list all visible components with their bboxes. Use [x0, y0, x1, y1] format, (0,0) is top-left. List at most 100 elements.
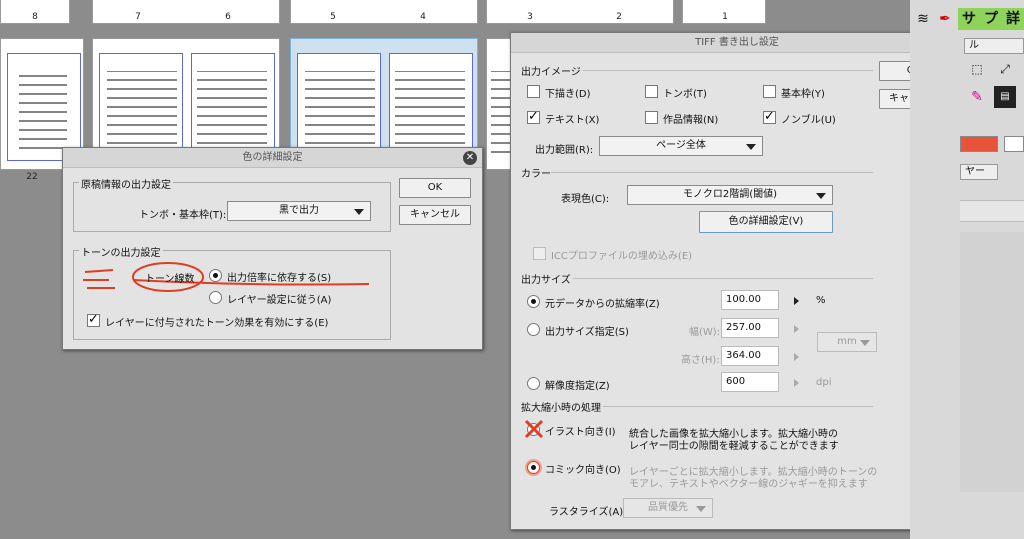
sa-tool-icon[interactable]: サ — [958, 8, 980, 30]
dialog-title: 色の詳細設定 — [63, 148, 482, 168]
triangle-right-icon[interactable] — [794, 379, 799, 387]
trim-label: トンボ・基本枠(T): — [139, 210, 227, 221]
trim-value: 黒で出力 — [279, 205, 319, 216]
layer-tone-label[interactable]: レイヤーに付与されたトーン効果を有効にする(E) — [105, 314, 328, 329]
range-dropdown[interactable]: ページ全体 — [599, 136, 763, 156]
scale-input[interactable]: 100.00 — [721, 290, 779, 310]
unit-value: mm — [837, 336, 857, 347]
text-checkbox[interactable] — [527, 109, 540, 124]
detail-tool-icon[interactable]: 詳 — [1002, 8, 1024, 30]
wave-icon[interactable]: ≋ — [912, 8, 934, 30]
page-number: 4 — [420, 12, 426, 22]
selection-icon[interactable]: ⬚ — [966, 58, 988, 80]
follow-layer-label[interactable]: レイヤー設定に従う(A) — [227, 291, 331, 306]
tiff-export-dialog: TIFF 書き出し設定 ✕ 出力イメージ 下描き(D) トンボ(T) 基本枠(Y… — [510, 32, 964, 530]
work-info-label[interactable]: 作品情報(N) — [663, 111, 718, 126]
expr-color-label: 表現色(C): — [561, 194, 610, 205]
chevron-down-icon — [860, 340, 870, 346]
triangle-right-icon[interactable] — [794, 297, 799, 305]
layer-panel-tab[interactable]: ヤー — [960, 164, 998, 180]
page-number: 2 — [616, 12, 622, 22]
close-icon[interactable]: ✕ — [463, 151, 477, 165]
pu-tool-icon[interactable]: プ — [980, 8, 1002, 30]
color-detail-dialog: 色の詳細設定 ✕ 原稿情報の出力設定 トンボ・基本枠(T): 黒で出力 トーンの… — [62, 147, 483, 350]
layer-row[interactable] — [960, 200, 1024, 222]
section-title: 原稿情報の出力設定 — [79, 176, 173, 191]
frame-label[interactable]: 基本枠(Y) — [781, 85, 825, 100]
width-label: 幅(W): — [689, 327, 721, 338]
illust-label[interactable]: イラスト向き(I) — [545, 423, 616, 438]
resolution-input[interactable]: 600 — [721, 372, 779, 392]
expr-color-dropdown[interactable]: モノクロ2階調(閾値) — [627, 185, 833, 205]
trim-checkbox[interactable] — [645, 85, 658, 98]
work-info-checkbox[interactable] — [645, 111, 658, 124]
triangle-right-icon[interactable] — [794, 353, 799, 361]
comic-radio[interactable] — [527, 461, 540, 474]
ruler-icon[interactable]: ✎ — [966, 86, 988, 108]
page-number: 6 — [225, 12, 231, 22]
page-number: 8 — [32, 12, 38, 22]
color-detail-button[interactable]: 色の詳細設定(V) — [699, 211, 833, 233]
scale-radio[interactable] — [527, 295, 540, 308]
section-title: 出力イメージ — [521, 67, 581, 78]
rasterize-value: 品質優先 — [648, 502, 688, 513]
size-label[interactable]: 出力サイズ指定(S) — [545, 323, 629, 338]
page-number: 3 — [527, 12, 533, 22]
resolution-unit: dpi — [816, 377, 832, 388]
dialog-title: TIFF 書き出し設定 — [511, 33, 963, 53]
layer-icon[interactable]: ▤ — [994, 86, 1016, 108]
height-label: 高さ(H): — [681, 355, 720, 366]
cancel-button[interactable]: キャンセル — [399, 205, 471, 225]
ok-button[interactable]: OK — [399, 178, 471, 198]
page-number: 5 — [330, 12, 336, 22]
chevron-down-icon — [816, 193, 826, 199]
page-number: 7 — [135, 12, 141, 22]
secondary-color-swatch[interactable] — [1004, 136, 1024, 152]
tone-annotation-label: トーン線数 — [145, 274, 195, 285]
expand-icon[interactable]: ⤢ — [994, 58, 1016, 80]
comic-desc-line2: モアレ、テキストやベクター線のジャギーを抑えます — [629, 479, 868, 490]
chevron-down-icon — [746, 144, 756, 150]
frame-checkbox[interactable] — [763, 85, 776, 98]
unit-dropdown[interactable]: mm — [817, 332, 877, 352]
resolution-radio[interactable] — [527, 377, 540, 390]
red-cross-annotation — [524, 419, 544, 439]
layer-tone-checkbox[interactable] — [87, 312, 100, 327]
text-label[interactable]: テキスト(X) — [545, 111, 599, 126]
section-title: トーンの出力設定 — [79, 244, 163, 259]
panel-tab-label: ル — [969, 40, 979, 51]
icc-checkbox[interactable] — [533, 247, 546, 260]
comic-label[interactable]: コミック向き(O) — [545, 461, 621, 476]
rasterize-label: ラスタライズ(A): — [549, 507, 627, 518]
depend-output-radio[interactable] — [209, 269, 222, 282]
rasterize-dropdown[interactable]: 品質優先 — [623, 498, 713, 518]
follow-layer-radio[interactable] — [209, 291, 222, 304]
depend-output-label[interactable]: 出力倍率に依存する(S) — [227, 269, 331, 284]
sketch-label[interactable]: 下描き(D) — [545, 85, 591, 100]
layer-row[interactable] — [960, 232, 1024, 492]
expr-color-value: モノクロ2階調(閾値) — [682, 189, 778, 200]
trim-dropdown[interactable]: 黒で出力 — [227, 201, 371, 221]
sketch-checkbox[interactable] — [527, 85, 540, 98]
icc-label[interactable]: ICCプロファイルの埋め込み(E) — [551, 247, 692, 262]
page-number: 1 — [722, 12, 728, 22]
scale-label[interactable]: 元データからの拡縮率(Z) — [545, 295, 660, 310]
chevron-down-icon — [354, 209, 364, 215]
section-title: 出力サイズ — [521, 275, 571, 286]
resolution-label[interactable]: 解像度指定(Z) — [545, 377, 610, 392]
accent-color-swatch[interactable] — [960, 136, 998, 152]
height-input[interactable]: 364.00 — [721, 346, 779, 366]
chevron-down-icon — [696, 506, 706, 512]
pen-icon[interactable]: ✒ — [934, 8, 956, 30]
layer-tab-label: ヤー — [965, 166, 985, 177]
triangle-right-icon[interactable] — [794, 325, 799, 333]
section-title: カラー — [521, 169, 551, 180]
section-title: 拡大縮小時の処理 — [521, 403, 601, 414]
panel-tab[interactable]: ル — [964, 38, 1024, 54]
page-number-checkbox[interactable] — [763, 109, 776, 124]
size-radio[interactable] — [527, 323, 540, 336]
range-value: ページ全体 — [656, 140, 706, 151]
trim-label[interactable]: トンボ(T) — [663, 85, 707, 100]
page-number-label[interactable]: ノンブル(U) — [781, 111, 836, 126]
width-input[interactable]: 257.00 — [721, 318, 779, 338]
